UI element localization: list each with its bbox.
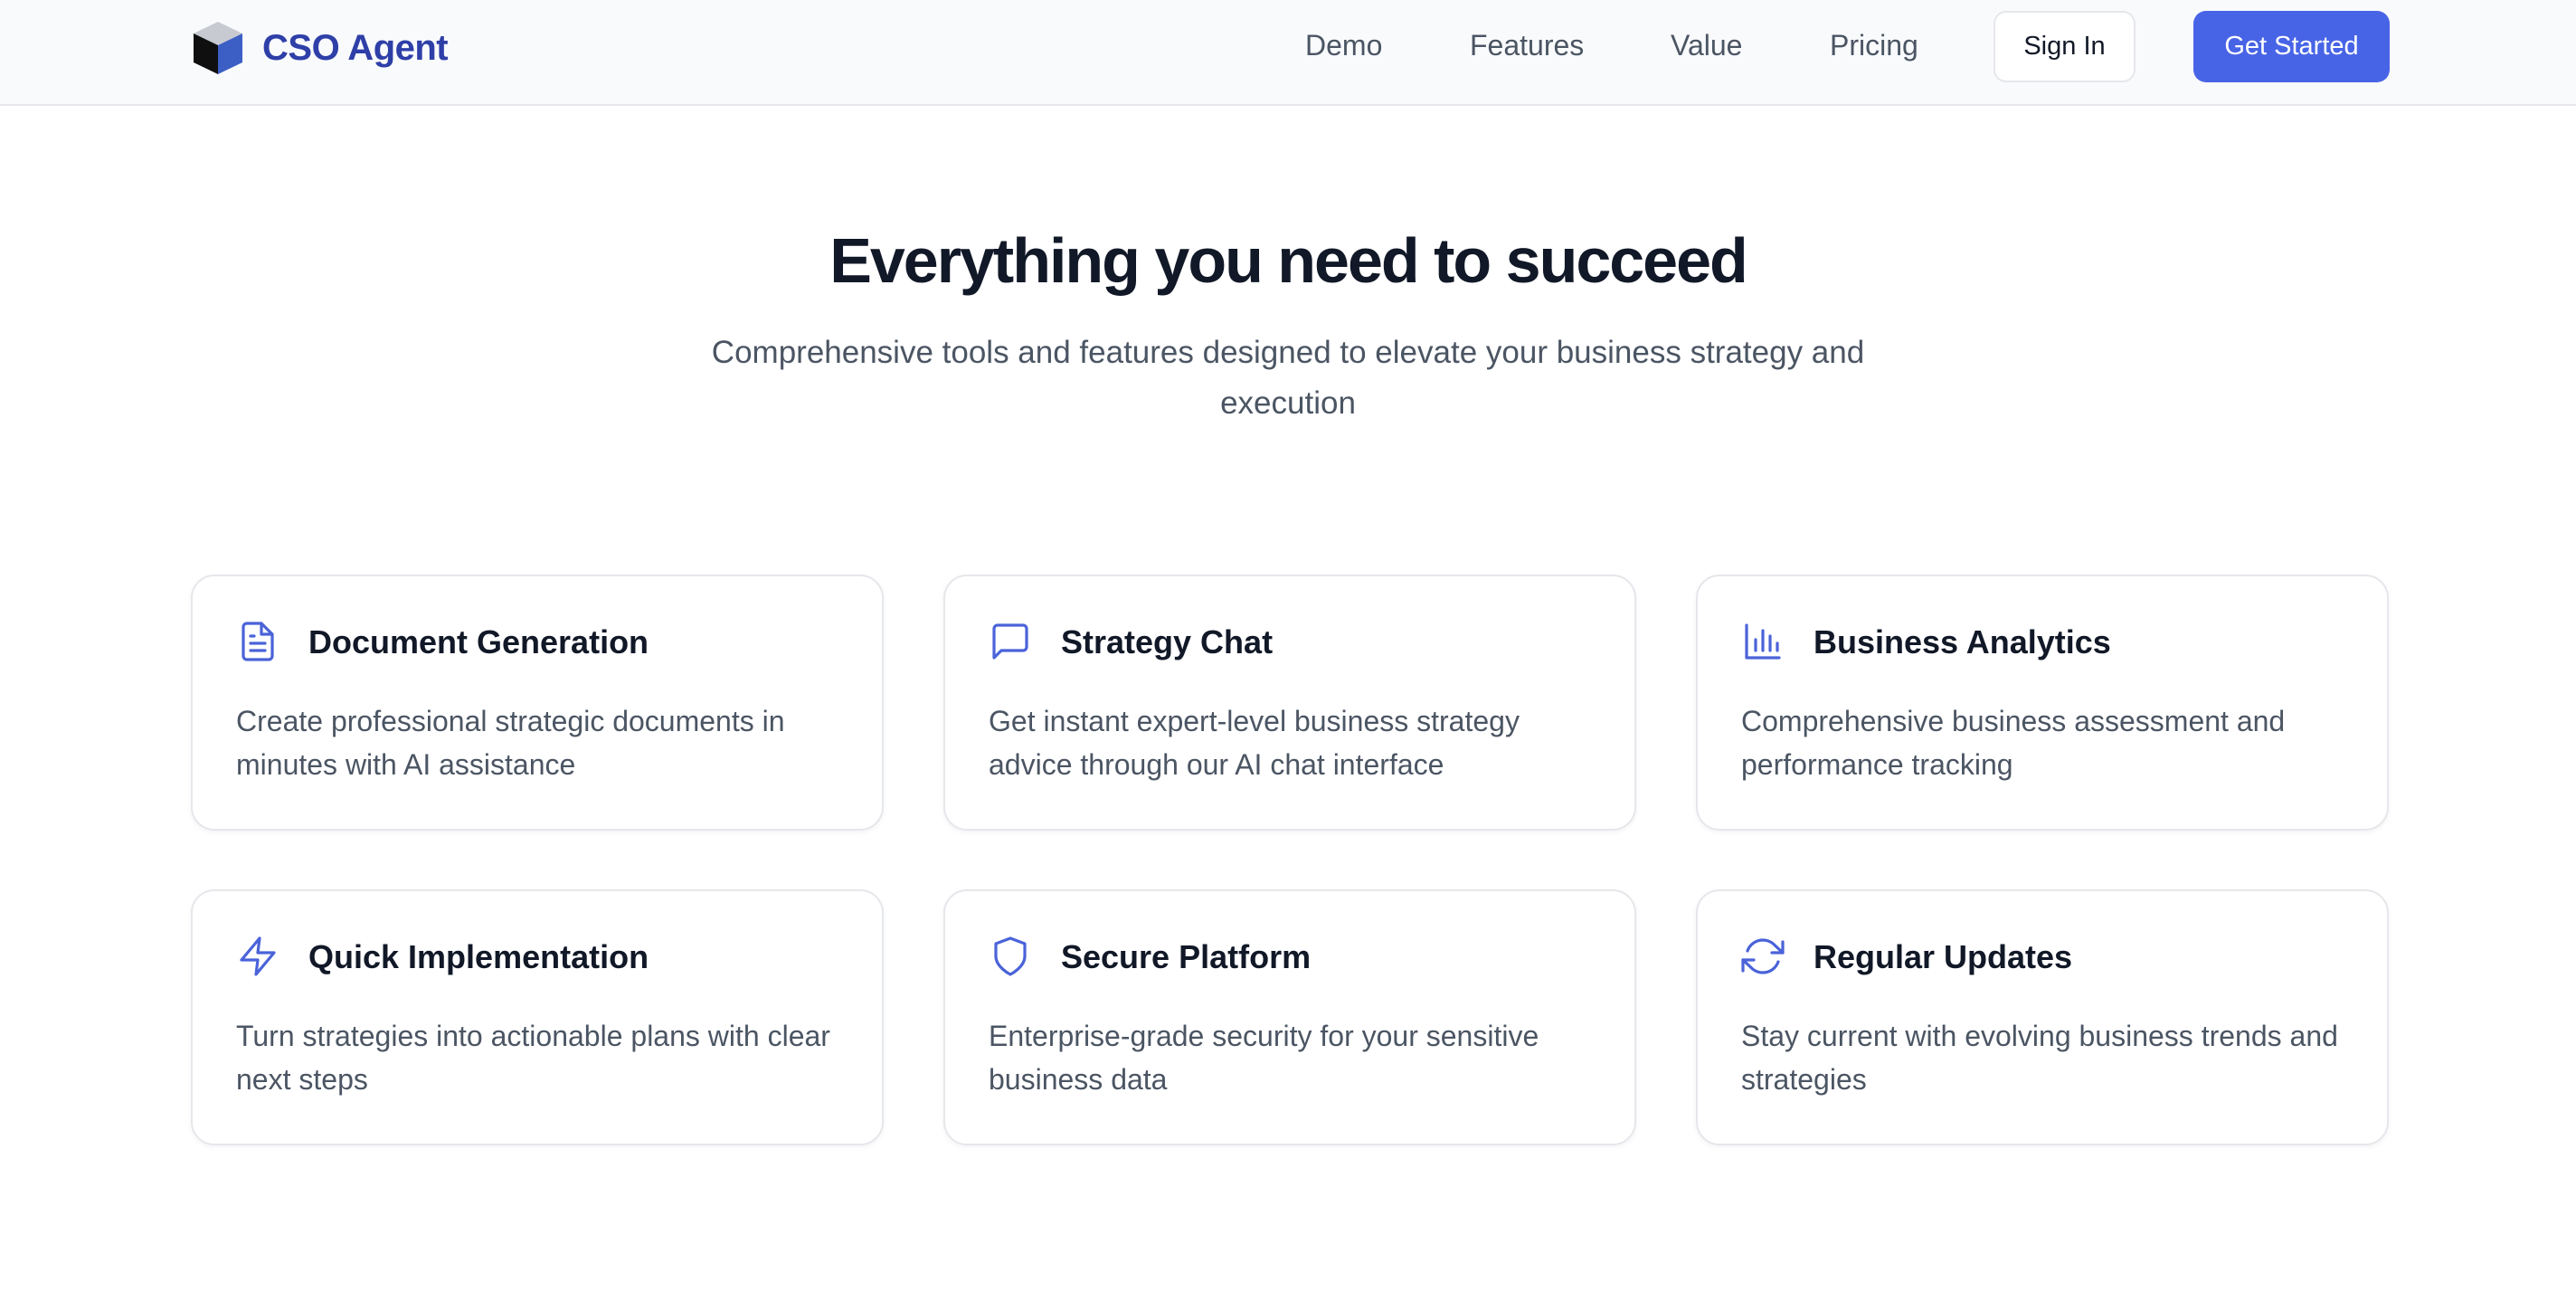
feature-card-secure-platform: Secure Platform Enterprise-grade securit… xyxy=(943,889,1636,1145)
nav-link-features[interactable]: Features xyxy=(1470,29,1584,62)
feature-title: Secure Platform xyxy=(1061,938,1312,975)
lightning-icon xyxy=(240,936,276,976)
feature-title: Document Generation xyxy=(308,623,649,660)
nav-link-demo[interactable]: Demo xyxy=(1305,29,1382,62)
get-started-button[interactable]: Get Started xyxy=(2193,11,2390,82)
nav-link-pricing[interactable]: Pricing xyxy=(1830,29,1918,62)
feature-card-business-analytics: Business Analytics Comprehensive busines… xyxy=(1696,575,2389,831)
feature-card-document-generation: Document Generation Create professional … xyxy=(191,575,884,831)
feature-title: Quick Implementation xyxy=(308,938,649,975)
page-subtitle: Comprehensive tools and features designe… xyxy=(711,335,1865,421)
nav-link-value[interactable]: Value xyxy=(1671,29,1742,62)
bar-chart-icon xyxy=(1745,623,1781,660)
feature-card-regular-updates: Regular Updates Stay current with evolvi… xyxy=(1696,889,2389,1145)
feature-title: Regular Updates xyxy=(1814,938,2073,975)
feature-card-strategy-chat: Strategy Chat Get instant expert-level b… xyxy=(943,575,1636,831)
shield-icon xyxy=(994,936,1027,976)
feature-card-quick-implementation: Quick Implementation Turn strategies int… xyxy=(191,889,884,1145)
brand-name: CSO Agent xyxy=(262,27,449,68)
sign-in-button[interactable]: Sign In xyxy=(1994,11,2136,82)
feature-description: Create professional strategic documents … xyxy=(236,705,785,781)
page-title: Everything you need to succeed xyxy=(829,225,1748,296)
refresh-icon xyxy=(1741,938,1785,974)
feature-description: Comprehensive business assessment and pe… xyxy=(1741,705,2286,781)
feature-title: Business Analytics xyxy=(1814,623,2111,660)
chat-icon xyxy=(992,623,1028,660)
feature-description: Get instant expert-level business strate… xyxy=(989,705,1520,781)
feature-description: Turn strategies into actionable plans wi… xyxy=(236,1020,830,1096)
feature-title: Strategy Chat xyxy=(1061,623,1274,660)
top-navbar: CSO Agent Demo Features Value Pricing Si… xyxy=(0,0,2576,106)
feature-description: Enterprise-grade security for your sensi… xyxy=(989,1020,1539,1096)
feature-description: Stay current with evolving business tren… xyxy=(1741,1020,2338,1096)
document-icon xyxy=(242,622,274,661)
cube-icon xyxy=(194,22,242,74)
brand-logo-link[interactable]: CSO Agent xyxy=(192,20,449,76)
